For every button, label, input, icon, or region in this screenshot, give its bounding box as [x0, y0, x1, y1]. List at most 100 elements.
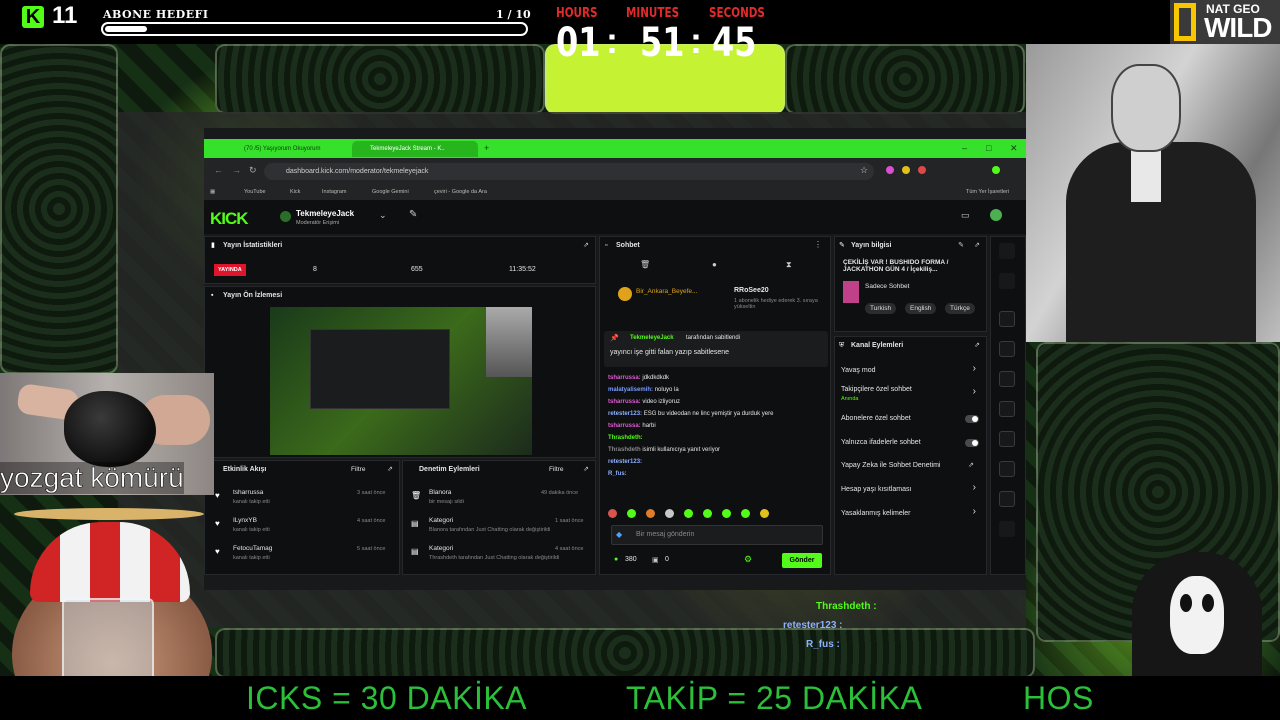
more-icon[interactable]: ⋮	[814, 240, 822, 249]
bookmark-item[interactable]: çeviri - Google da Ara	[434, 189, 487, 195]
popout-icon[interactable]: ⇗	[974, 241, 980, 249]
slow-mode-label[interactable]: Yavaş mod	[841, 367, 876, 374]
chat-username[interactable]: Thrashdeth	[608, 447, 641, 453]
bookmark-star-icon[interactable]: ☆	[860, 165, 868, 176]
subs-only-toggle[interactable]	[965, 415, 979, 423]
emote-icon[interactable]	[703, 509, 712, 518]
card-icon[interactable]	[999, 371, 1015, 387]
new-tab-icon[interactable]: +	[484, 143, 489, 153]
channel-points: 380	[625, 556, 637, 563]
emote-icon[interactable]	[741, 509, 750, 518]
chevron-right-icon[interactable]: ›	[973, 386, 976, 397]
chat-username[interactable]: tsharrussa:	[608, 423, 641, 429]
bookmark-item[interactable]: Google Gemini	[372, 189, 409, 195]
emote-icon[interactable]	[646, 509, 655, 518]
viewer-count: 8	[313, 266, 317, 273]
emote-icon[interactable]	[722, 509, 731, 518]
live-badge: YAYINDA	[214, 264, 246, 276]
trash-icon: 🗑	[411, 491, 422, 500]
emotes-only-toggle[interactable]	[965, 439, 979, 447]
profile-avatar[interactable]	[992, 166, 1000, 174]
chat-username[interactable]: retester123:	[608, 411, 642, 417]
chat-message-input[interactable]: Bir mesaj gönderin	[611, 525, 823, 545]
banned-words-label[interactable]: Yasaklanmış kelimeler	[841, 510, 911, 517]
reload-icon[interactable]: ↻	[249, 165, 257, 176]
bookmark-item[interactable]: Kick	[290, 189, 300, 195]
broadcast-icon[interactable]	[999, 431, 1015, 447]
chat-message: tsharrussa: video izliyoruz	[608, 399, 680, 405]
trash-icon[interactable]: 🗑	[640, 260, 650, 269]
emote-icon[interactable]	[684, 509, 693, 518]
chat-username[interactable]: tsharrussa:	[608, 399, 641, 405]
chat-username[interactable]: Thrashdeth:	[608, 435, 643, 441]
activity-time: 4 saat önce	[357, 518, 386, 524]
close-icon[interactable]: ✕	[1010, 143, 1018, 154]
emote-icon[interactable]	[760, 509, 769, 518]
moderation-user: Blanora	[429, 489, 452, 496]
chevron-right-icon[interactable]: ›	[973, 506, 976, 517]
chevron-right-icon[interactable]: ›	[973, 363, 976, 374]
chat-username[interactable]: retester123:	[608, 459, 642, 465]
sub-goal-fill	[105, 26, 147, 32]
bolt-icon[interactable]	[999, 341, 1015, 357]
chat-message: retester123: ESG bu videodan ne linc yem…	[608, 411, 773, 417]
activity-time: 5 saat önce	[357, 546, 386, 552]
maximize-icon[interactable]: □	[986, 143, 991, 153]
bookmark-item[interactable]: YouTube	[244, 189, 266, 195]
hourglass-icon[interactable]: ⧗	[786, 260, 792, 270]
pin-icon[interactable]: ✎	[409, 209, 417, 220]
user-avatar[interactable]	[990, 209, 1002, 221]
followers-only-label[interactable]: Takipçilere özel sohbet	[841, 386, 912, 393]
info-icon[interactable]	[999, 243, 1015, 259]
settings-gear-icon[interactable]: ⚙	[744, 554, 752, 565]
bookmark-item[interactable]: Instagram	[322, 189, 346, 195]
popout-icon[interactable]: ⇗	[387, 465, 393, 473]
extension-icon[interactable]	[918, 166, 926, 174]
printer-icon[interactable]	[999, 461, 1015, 477]
apps-grid-icon[interactable]: ▦	[210, 189, 215, 195]
moderation-filter[interactable]: Filtre	[549, 466, 563, 473]
activity-filter[interactable]: Filtre	[351, 466, 365, 473]
ai-moderation-label[interactable]: Yapay Zeka ile Sohbet Denetimi	[841, 462, 940, 469]
browser-tab[interactable]: (70 /5) Yaşıyorum Okuyorum	[226, 141, 348, 157]
extension-icon[interactable]	[886, 166, 894, 174]
back-icon[interactable]: ←	[214, 165, 223, 175]
emote-bar	[608, 509, 824, 521]
stream-preview-video[interactable]	[270, 307, 532, 455]
address-bar[interactable]: dashboard.kick.com/moderator/tekmeleyeja…	[264, 163, 874, 180]
layout-icon[interactable]: ▭	[961, 210, 970, 221]
minimize-icon[interactable]: –	[962, 143, 967, 153]
emote-icon[interactable]	[608, 509, 617, 518]
forward-icon[interactable]: →	[232, 165, 241, 175]
send-button[interactable]: Gönder	[782, 553, 822, 568]
stream-info-panel: ✎ Yayın bilgisi ✎ ⇗ ÇEKİLİŞ VAR ! BUSHID…	[834, 236, 987, 332]
message-icon[interactable]	[999, 401, 1015, 417]
chat-username[interactable]: malatyalisemih:	[608, 387, 653, 393]
stats-icon: ▮	[211, 242, 215, 249]
chevron-right-icon[interactable]: ›	[973, 482, 976, 493]
kick-logo[interactable]: KICK	[210, 209, 249, 229]
browser-tab-active[interactable]: TekmeleyeJack Stream - K..	[352, 141, 478, 157]
extension-icon[interactable]	[902, 166, 910, 174]
nodes-icon[interactable]	[999, 521, 1015, 537]
wrench-icon[interactable]	[999, 491, 1015, 507]
cross-icon[interactable]	[999, 311, 1015, 327]
emote-icon[interactable]	[627, 509, 636, 518]
popout-icon[interactable]: ⇗	[968, 461, 974, 469]
ticker-item: HOS	[1023, 680, 1094, 716]
emote-icon[interactable]	[665, 509, 674, 518]
chat-username[interactable]: tsharrussa:	[608, 375, 641, 381]
chat-message: retester123:	[608, 459, 642, 465]
chevron-down-icon[interactable]: ⌄	[379, 210, 387, 221]
chat-username[interactable]: R_fus:	[608, 471, 627, 477]
preview-icon: ▪	[211, 292, 214, 299]
account-age-label[interactable]: Hesap yaşı kısıtlaması	[841, 486, 911, 493]
moderation-action: Thrashdeth tarafından Just Chatting olar…	[429, 555, 560, 561]
pen-icon[interactable]	[999, 273, 1015, 289]
chat-bubble-icon[interactable]: ●	[712, 260, 717, 269]
popout-icon[interactable]: ⇗	[583, 465, 589, 473]
edit-icon[interactable]: ✎	[958, 241, 964, 249]
popout-icon[interactable]: ⇗	[974, 341, 980, 349]
popout-icon[interactable]: ⇗	[583, 241, 589, 249]
all-bookmarks[interactable]: Tüm Yer İşaretleri	[966, 189, 1009, 195]
